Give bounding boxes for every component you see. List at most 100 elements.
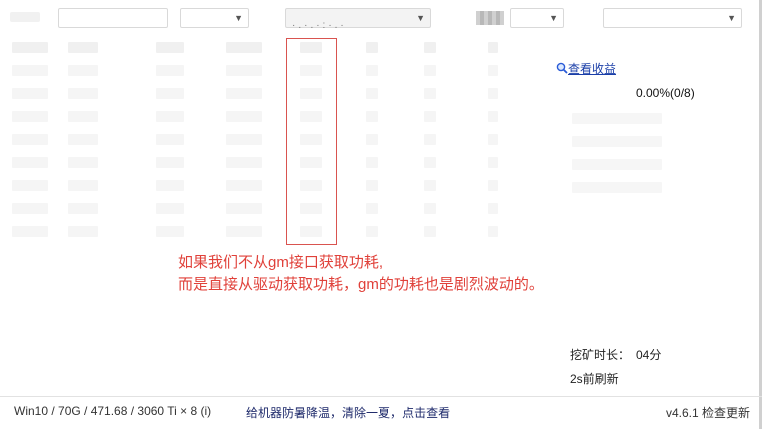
blurred-cell bbox=[366, 134, 378, 145]
view-earnings-link[interactable]: 查看收益 bbox=[556, 60, 616, 77]
blurred-cell bbox=[12, 180, 48, 191]
blurred-cell bbox=[366, 203, 378, 214]
blurred-cell bbox=[68, 180, 98, 191]
blurred-cell bbox=[12, 88, 48, 99]
blurred-cell bbox=[488, 111, 498, 122]
device-table bbox=[0, 36, 560, 246]
blurred-cell bbox=[68, 157, 98, 168]
share-percent: 0.00%(0/8) bbox=[636, 86, 695, 100]
version-label: v4.6.1 bbox=[665, 406, 699, 420]
filter-select-1[interactable] bbox=[58, 8, 168, 28]
tip-link-summer[interactable]: 清除一夏 bbox=[342, 406, 390, 420]
annotation-line-2: 而是直接从驱动获取功耗，gm的功耗也是剧烈波动的。 bbox=[178, 276, 544, 293]
chevron-down-icon: ▼ bbox=[416, 13, 425, 23]
chevron-down-icon: ▼ bbox=[727, 13, 736, 23]
blurred-cell bbox=[12, 203, 48, 214]
mining-duration-value: 04分 bbox=[636, 348, 662, 362]
blurred-cell bbox=[68, 203, 98, 214]
blurred-cell bbox=[156, 111, 184, 122]
blurred-cell bbox=[68, 226, 98, 237]
blurred-cell bbox=[226, 134, 262, 145]
chevron-down-icon: ▼ bbox=[234, 13, 243, 23]
blurred-cell bbox=[488, 134, 498, 145]
filter-label-1 bbox=[10, 12, 40, 22]
filter-select-2[interactable]: ▼ bbox=[180, 8, 249, 28]
blurred-cell bbox=[424, 203, 436, 214]
version-area: v4.6.1 检查更新 bbox=[666, 404, 750, 421]
tip-link-view[interactable]: 点击查看 bbox=[402, 406, 450, 420]
blurred-cell bbox=[488, 88, 498, 99]
redacted-value: ·.·.·:·.· bbox=[292, 20, 347, 31]
highlighted-power-column bbox=[286, 38, 337, 245]
blurred-cell bbox=[424, 111, 436, 122]
blurred-cell bbox=[156, 180, 184, 191]
blurred-cell bbox=[12, 42, 48, 53]
blurred-cell bbox=[424, 134, 436, 145]
blurred-cell bbox=[226, 180, 262, 191]
filter-select-3[interactable]: ·.·.·:·.· ▼ bbox=[285, 8, 431, 31]
blurred-cell bbox=[156, 134, 184, 145]
blurred-cell bbox=[156, 157, 184, 168]
blurred-cell bbox=[226, 88, 262, 99]
blurred-cell bbox=[366, 65, 378, 76]
blurred-cell bbox=[424, 42, 436, 53]
system-info: Win10 / 70G / 471.68 / 3060 Ti × 8 (i) bbox=[14, 404, 212, 418]
blurred-cell bbox=[424, 88, 436, 99]
blurred-cell bbox=[488, 203, 498, 214]
refresh-status: 2s前刷新 bbox=[570, 372, 619, 386]
blurred-cell bbox=[226, 111, 262, 122]
blurred-cell bbox=[424, 157, 436, 168]
blurred-cell bbox=[226, 42, 262, 53]
blurred-cell bbox=[488, 180, 498, 191]
blurred-cell bbox=[366, 157, 378, 168]
blurred-cell bbox=[424, 65, 436, 76]
filter-select-4[interactable]: ▼ bbox=[510, 8, 564, 28]
blurred-cell bbox=[488, 226, 498, 237]
blurred-cell bbox=[156, 88, 184, 99]
blurred-cell bbox=[572, 136, 662, 147]
check-update-link[interactable]: 检查更新 bbox=[702, 406, 750, 420]
blurred-cell bbox=[366, 180, 378, 191]
blurred-cell bbox=[226, 157, 262, 168]
blurred-cell bbox=[572, 182, 662, 193]
status-bar: Win10 / 70G / 471.68 / 3060 Ti × 8 (i) 给… bbox=[0, 396, 762, 429]
blurred-cell bbox=[572, 113, 662, 124]
filter-select-5[interactable]: ▼ bbox=[603, 8, 742, 28]
blurred-cell bbox=[12, 134, 48, 145]
view-earnings-label: 查看收益 bbox=[568, 62, 617, 76]
blurred-cell bbox=[12, 65, 48, 76]
blurred-cell bbox=[424, 226, 436, 237]
tip-link-cooling[interactable]: 给机器防暑降温 bbox=[246, 406, 330, 420]
pixelated-label bbox=[476, 11, 504, 25]
annotation-line-1: 如果我们不从gm接口获取功耗, bbox=[178, 254, 384, 271]
blurred-cell bbox=[12, 226, 48, 237]
blurred-cell bbox=[68, 42, 98, 53]
annotation-text: 如果我们不从gm接口获取功耗, 而是直接从驱动获取功耗，gm的功耗也是剧烈波动的… bbox=[178, 252, 544, 296]
blurred-cell bbox=[366, 226, 378, 237]
blurred-cell bbox=[226, 226, 262, 237]
tip-links: 给机器防暑降温，清除一夏，点击查看 bbox=[246, 406, 451, 420]
blurred-cell bbox=[488, 157, 498, 168]
blurred-cell bbox=[226, 65, 262, 76]
blurred-cell bbox=[68, 134, 98, 145]
blurred-cell bbox=[366, 42, 378, 53]
blurred-cell bbox=[366, 88, 378, 99]
blurred-cell bbox=[226, 203, 262, 214]
blurred-cell bbox=[488, 65, 498, 76]
blurred-cell bbox=[12, 157, 48, 168]
blurred-cell bbox=[572, 159, 662, 170]
chevron-down-icon: ▼ bbox=[549, 13, 558, 23]
blurred-cell bbox=[488, 42, 498, 53]
blurred-cell bbox=[12, 111, 48, 122]
blurred-cell bbox=[68, 88, 98, 99]
mining-duration-label: 挖矿时长： bbox=[570, 348, 631, 362]
blurred-cell bbox=[156, 203, 184, 214]
blurred-cell bbox=[156, 65, 184, 76]
blurred-cell bbox=[156, 226, 184, 237]
blurred-cell bbox=[424, 180, 436, 191]
blurred-cell bbox=[68, 111, 98, 122]
blurred-cell bbox=[68, 65, 98, 76]
blurred-cell bbox=[156, 42, 184, 53]
magnifier-icon bbox=[556, 62, 568, 74]
blurred-cell bbox=[366, 111, 378, 122]
